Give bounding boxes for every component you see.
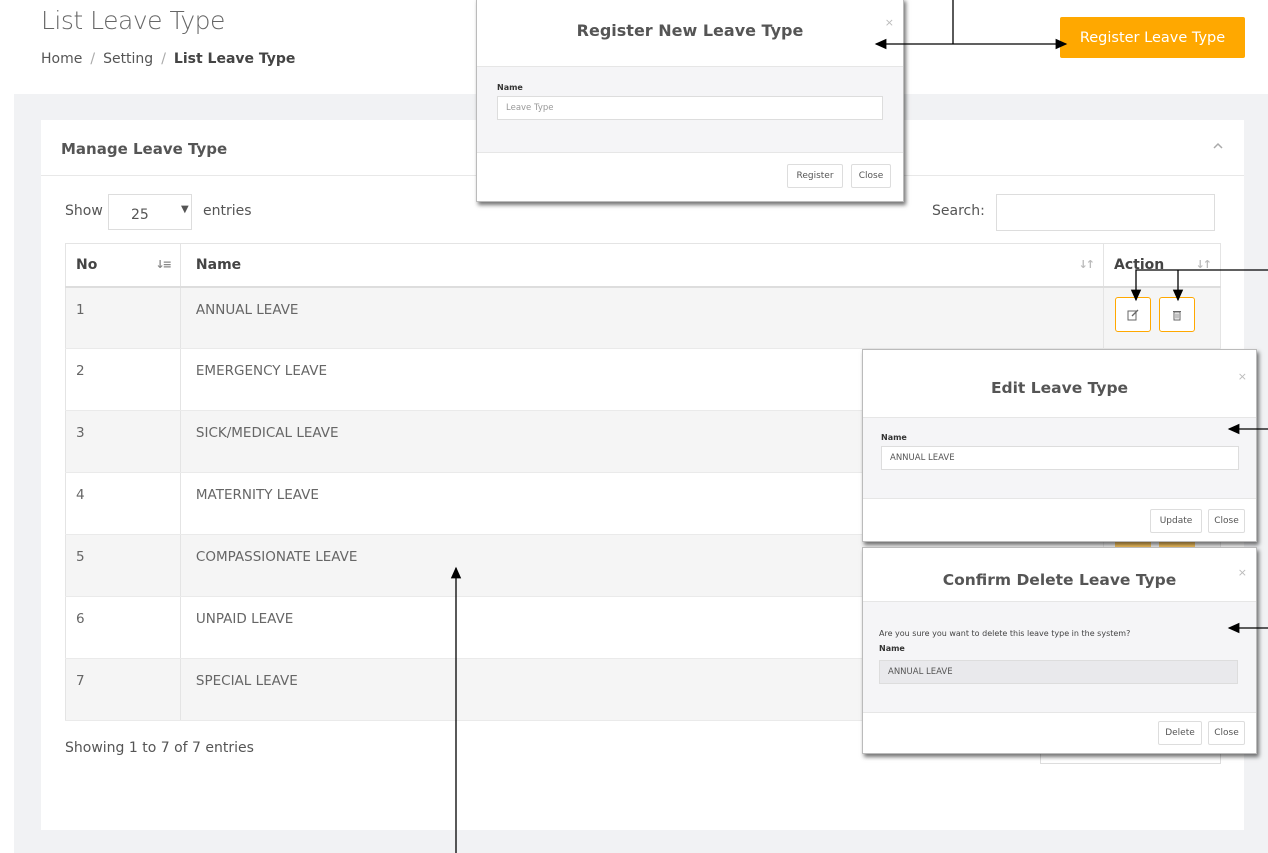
entries-select-value: 25 <box>131 207 149 223</box>
breadcrumb-current: List Leave Type <box>173 51 296 67</box>
card-title: Manage Leave Type <box>61 140 228 158</box>
cell-no: 2 <box>65 348 181 411</box>
edit-name-input[interactable]: ANNUAL LEAVE <box>881 446 1239 470</box>
delete-name-label: Name <box>879 644 905 653</box>
delete-modal-body: Are you sure you want to delete this lea… <box>863 601 1256 713</box>
delete-modal-title: Confirm Delete Leave Type <box>942 571 1177 589</box>
search-label: Search: <box>932 203 985 219</box>
breadcrumb: Home / Setting / List Leave Type <box>41 51 296 67</box>
column-header-no[interactable]: No ↓≡ <box>65 243 181 288</box>
register-close-button[interactable]: Close <box>851 164 891 188</box>
cell-no: 5 <box>65 534 181 597</box>
edit-name-label: Name <box>881 433 907 442</box>
register-name-input[interactable]: Leave Type <box>497 96 883 120</box>
delete-message: Are you sure you want to delete this lea… <box>879 629 1131 638</box>
show-label: Show <box>65 203 103 219</box>
cell-no: 3 <box>65 410 181 473</box>
register-name-label: Name <box>497 83 523 92</box>
column-header-name[interactable]: Name ↓↑ <box>179 243 1105 288</box>
delete-button[interactable] <box>1159 297 1195 332</box>
entries-label: entries <box>203 203 252 219</box>
cell-no: 4 <box>65 472 181 535</box>
register-submit-button[interactable]: Register <box>787 164 843 188</box>
update-button[interactable]: Update <box>1150 509 1202 533</box>
chevron-up-icon[interactable] <box>1212 140 1224 152</box>
search-input[interactable] <box>996 194 1215 231</box>
edit-modal: Edit Leave Type × Name ANNUAL LEAVE Upda… <box>862 349 1257 542</box>
close-icon[interactable]: × <box>1238 370 1247 383</box>
sort-icon: ↓↑ <box>1195 258 1213 271</box>
edit-icon <box>1127 309 1139 320</box>
close-icon[interactable]: × <box>1238 566 1247 579</box>
cell-no: 7 <box>65 658 181 721</box>
edit-modal-body: Name ANNUAL LEAVE <box>863 417 1256 499</box>
trash-icon <box>1173 310 1181 320</box>
register-leave-type-button[interactable]: Register Leave Type <box>1060 17 1245 58</box>
column-header-action[interactable]: Action ↓↑ <box>1103 243 1221 288</box>
cell-no: 1 <box>65 286 181 349</box>
delete-confirm-button[interactable]: Delete <box>1158 721 1202 745</box>
register-modal: Register New Leave Type × Name Leave Typ… <box>476 0 904 202</box>
caret-down-icon: ▼ <box>181 204 189 215</box>
delete-name-readonly: ANNUAL LEAVE <box>879 660 1238 684</box>
table-info: Showing 1 to 7 of 7 entries <box>65 740 254 756</box>
delete-close-button[interactable]: Close <box>1208 721 1245 745</box>
register-modal-title: Register New Leave Type <box>576 21 804 40</box>
register-modal-body: Name Leave Type <box>477 66 903 153</box>
close-icon[interactable]: × <box>885 16 894 29</box>
delete-modal: Confirm Delete Leave Type × Are you sure… <box>862 547 1257 754</box>
edit-button[interactable] <box>1115 297 1151 332</box>
table-row: 1 ANNUAL LEAVE <box>65 286 1221 349</box>
edit-close-button[interactable]: Close <box>1208 509 1245 533</box>
sort-icon: ↓↑ <box>1078 258 1096 271</box>
cell-name: ANNUAL LEAVE <box>179 286 1105 349</box>
entries-select[interactable]: 25 ▼ <box>108 194 192 230</box>
edit-modal-title: Edit Leave Type <box>990 379 1129 397</box>
breadcrumb-home[interactable]: Home <box>41 51 82 67</box>
sort-icon: ↓≡ <box>155 258 172 271</box>
page-title: List Leave Type <box>41 6 225 35</box>
cell-no: 6 <box>65 596 181 659</box>
breadcrumb-setting[interactable]: Setting <box>103 51 153 67</box>
